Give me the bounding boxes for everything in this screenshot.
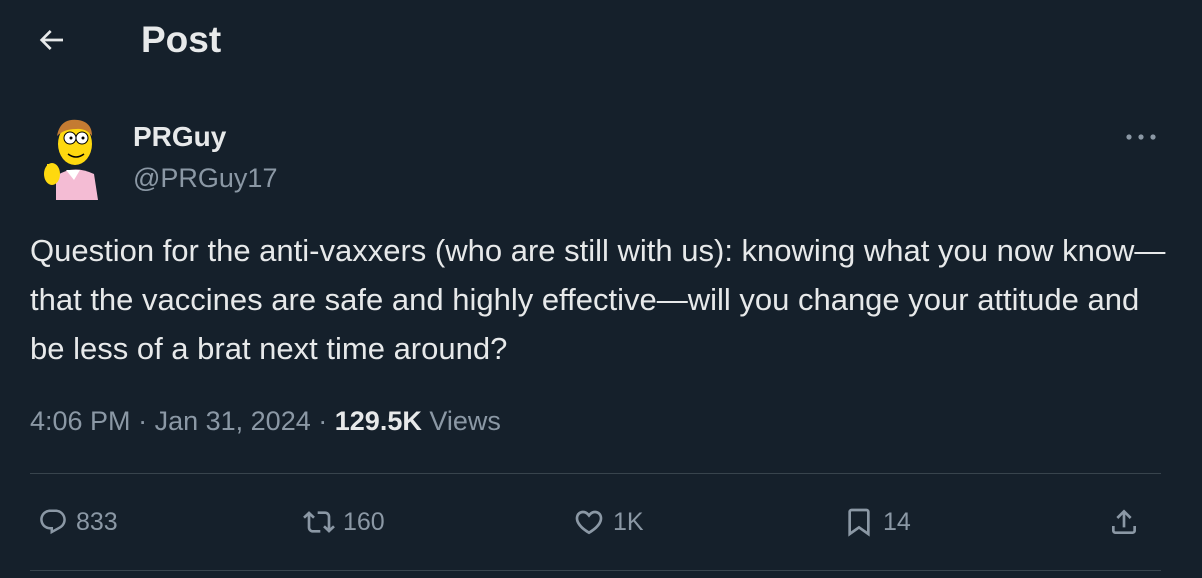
cartoon-avatar-icon: [30, 114, 116, 200]
more-options-button[interactable]: [1116, 122, 1166, 152]
like-count: 1K: [613, 507, 644, 536]
share-button[interactable]: [1108, 500, 1140, 544]
post-time[interactable]: 4:06 PM: [30, 406, 131, 436]
bookmark-button[interactable]: 14: [843, 500, 911, 544]
reply-icon: [40, 509, 66, 535]
back-button[interactable]: [28, 20, 74, 60]
page-title: Post: [141, 19, 222, 60]
reply-count: 833: [76, 507, 118, 536]
bookmark-icon: [848, 508, 870, 537]
views-count: 129.5K: [334, 406, 422, 436]
repost-count: 160: [343, 507, 385, 536]
divider: [30, 570, 1161, 571]
views-label: Views: [429, 406, 501, 436]
post-meta: 4:06 PM · Jan 31, 2024 · 129.5K Views: [30, 402, 501, 440]
arrow-left-icon: [39, 30, 63, 50]
repost-button[interactable]: 160: [303, 500, 385, 544]
divider: [30, 473, 1161, 474]
header: Post: [0, 0, 1202, 82]
post-text: Question for the anti-vaxxers (who are s…: [30, 233, 1166, 366]
heart-icon: [575, 510, 603, 535]
more-horizontal-icon: [1126, 134, 1156, 140]
post-date[interactable]: Jan 31, 2024: [155, 406, 311, 436]
avatar[interactable]: [30, 114, 116, 200]
reply-button[interactable]: 833: [38, 500, 118, 544]
meta-separator: ·: [138, 406, 148, 436]
author-display-name[interactable]: PRGuy: [133, 120, 226, 154]
share-icon: [1112, 509, 1136, 534]
repost-icon: [303, 511, 335, 533]
meta-separator: ·: [318, 406, 328, 436]
like-button[interactable]: 1K: [573, 500, 644, 544]
bookmark-count: 14: [883, 507, 911, 536]
author-handle[interactable]: @PRGuy17: [133, 161, 277, 195]
